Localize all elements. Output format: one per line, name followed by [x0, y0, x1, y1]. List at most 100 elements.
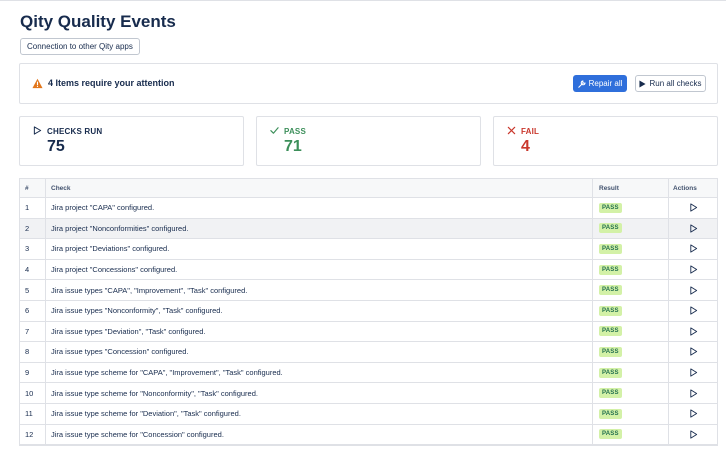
run-check-play-icon[interactable]: [689, 286, 698, 295]
run-check-play-icon[interactable]: [689, 389, 698, 398]
fail-label: FAIL: [521, 127, 540, 136]
run-all-checks-label: Run all checks: [649, 79, 702, 88]
play-icon: [639, 80, 647, 87]
row-check-text: Jira issue type scheme for "Nonconformit…: [46, 383, 593, 403]
table-row: 6 Jira issue types "Nonconformity", "Task…: [20, 300, 717, 322]
row-check-text: Jira issue types "Concession" configured…: [46, 342, 593, 362]
run-all-checks-button[interactable]: Run all checks: [635, 75, 706, 92]
pass-badge: PASS: [599, 202, 622, 213]
run-check-play-icon[interactable]: [689, 244, 698, 254]
table-row: 3 Jira project "Deviations" configured. PA…: [20, 239, 717, 260]
row-number: 6: [20, 300, 46, 321]
row-result: PASS: [593, 218, 669, 239]
wrench-icon: [577, 79, 586, 88]
row-result: PASS: [593, 342, 669, 362]
row-check-text: Jira issue types "Nonconformity", "Task"…: [46, 300, 593, 321]
pass-badge: PASS: [599, 264, 622, 275]
table-row: 8 Jira issue types "Concession" configure…: [20, 342, 717, 363]
row-number: 11: [20, 403, 46, 424]
repair-all-label: Repair all: [588, 79, 623, 88]
run-check-play-icon[interactable]: [689, 306, 698, 315]
pass-label: PASS: [284, 127, 306, 136]
checks-table: # Check Result Actions 1 Jira project "CA…: [19, 178, 718, 447]
table-row: 11 Jira issue type scheme for "Deviation"…: [20, 403, 717, 425]
row-actions: [669, 260, 717, 280]
pass-badge: PASS: [599, 223, 622, 234]
fail-value: 4: [521, 138, 530, 155]
table-row: 10 Jira issue type scheme for "Nonconform…: [20, 383, 717, 404]
pass-badge: PASS: [599, 326, 622, 337]
header-check: Check: [46, 179, 593, 197]
run-check-play-icon[interactable]: [689, 409, 698, 418]
row-result: PASS: [593, 362, 669, 383]
checks-run-value: 75: [47, 138, 65, 155]
table-row: 12 Jira issue type scheme for "Concession…: [20, 424, 717, 446]
run-check-play-icon[interactable]: [689, 430, 698, 439]
row-number: 8: [20, 342, 46, 362]
row-result: PASS: [593, 321, 669, 342]
run-check-play-icon[interactable]: [689, 265, 698, 274]
checks-run-label: CHECKS RUN: [47, 127, 103, 136]
row-check-text: Jira issue types "CAPA", "Improvement", …: [46, 280, 593, 300]
table-row: 7 Jira issue types "Deviation", "Task" co…: [20, 321, 717, 343]
row-result: PASS: [593, 239, 669, 259]
table-header-row: # Check Result Actions: [20, 179, 717, 198]
row-number: 5: [20, 280, 46, 300]
run-check-play-icon[interactable]: [689, 327, 698, 336]
row-number: 9: [20, 362, 46, 383]
table-body: 1 Jira project "CAPA" configured. PASS 2 Jir…: [20, 198, 717, 446]
row-result: PASS: [593, 424, 669, 445]
page-title: Qity Quality Events: [20, 12, 176, 31]
header-num: #: [20, 179, 46, 197]
checks-run-card: CHECKS RUN 75: [19, 116, 244, 166]
row-actions: [669, 239, 717, 259]
table-row: 4 Jira project "Concessions" configured. P…: [20, 259, 717, 281]
run-check-play-icon[interactable]: [689, 347, 698, 357]
pass-badge: PASS: [599, 388, 622, 399]
table-row: 2 Jira project "Nonconformities" configur…: [20, 218, 717, 240]
row-number: 2: [20, 218, 46, 239]
row-check-text: Jira issue type scheme for "CAPA", "Impr…: [46, 362, 593, 383]
row-check-text: Jira issue type scheme for "Deviation", …: [46, 403, 593, 424]
run-check-play-icon[interactable]: [689, 368, 698, 377]
pass-badge: PASS: [599, 285, 622, 296]
run-check-play-icon[interactable]: [689, 203, 698, 212]
row-result: PASS: [593, 259, 669, 280]
check-icon: [270, 127, 279, 134]
row-number: 7: [20, 321, 46, 342]
pass-card: PASS 71: [256, 116, 481, 166]
attention-banner: 4 Items require your attention Repair al…: [19, 63, 718, 104]
row-number: 1: [20, 198, 46, 218]
row-actions: [669, 363, 717, 383]
row-actions: [669, 219, 717, 239]
row-number: 3: [20, 239, 46, 259]
row-result: PASS: [593, 383, 669, 403]
fail-card: FAIL 4: [493, 116, 718, 166]
table-row: 9 Jira issue type scheme for "CAPA", "Imp…: [20, 362, 717, 384]
run-check-play-icon[interactable]: [689, 224, 698, 233]
row-number: 10: [20, 383, 46, 403]
row-check-text: Jira issue type scheme for "Concession" …: [46, 424, 593, 445]
row-number: 4: [20, 259, 46, 280]
pass-value: 71: [284, 138, 302, 155]
row-check-text: Jira project "CAPA" configured.: [46, 198, 593, 218]
row-check-text: Jira project "Nonconformities" configure…: [46, 218, 593, 239]
row-check-text: Jira issue types "Deviation", "Task" con…: [46, 321, 593, 342]
row-actions: [669, 301, 717, 321]
play-outline-icon: [33, 126, 42, 135]
pass-badge: PASS: [599, 408, 622, 419]
row-actions: [669, 404, 717, 424]
row-result: PASS: [593, 300, 669, 321]
table-row: 1 Jira project "CAPA" configured. PASS: [20, 198, 717, 219]
row-result: PASS: [593, 280, 669, 300]
connection-button[interactable]: Connection to other Qity apps: [20, 38, 140, 55]
row-check-text: Jira project "Concessions" configured.: [46, 259, 593, 280]
top-divider: [0, 0, 726, 1]
row-actions: [669, 342, 717, 362]
row-result: PASS: [593, 198, 669, 218]
warning-icon: [32, 78, 43, 89]
attention-text: 4 Items require your attention: [48, 78, 175, 88]
row-actions: [669, 425, 717, 445]
repair-all-button[interactable]: Repair all: [573, 75, 627, 92]
row-actions: [669, 322, 717, 342]
